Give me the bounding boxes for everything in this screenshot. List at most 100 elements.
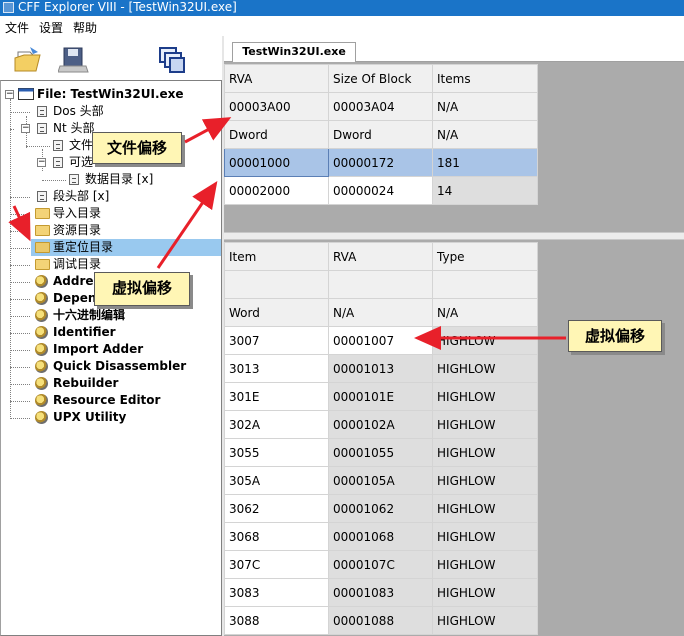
tree-item-import-directory[interactable]: 导入目录 bbox=[1, 205, 221, 222]
cell-item[interactable]: 305A bbox=[224, 466, 329, 495]
table-row[interactable]: 305A 0000105A HIGHLOW bbox=[224, 466, 538, 495]
cell-type[interactable]: HIGHLOW bbox=[432, 382, 538, 411]
cell-rva[interactable]: 00001068 bbox=[328, 522, 433, 551]
collapse-icon[interactable]: − bbox=[37, 158, 46, 167]
table-row[interactable]: 3068 00001068 HIGHLOW bbox=[224, 522, 538, 551]
cell-rva[interactable]: 0000101E bbox=[328, 382, 433, 411]
tree-item-section-headers[interactable]: 段头部 [x] bbox=[1, 188, 221, 205]
table-row[interactable]: 00001000 00000172 181 bbox=[224, 148, 538, 177]
items-type-row: Word N/A N/A bbox=[224, 298, 538, 327]
cell-type[interactable]: HIGHLOW bbox=[432, 410, 538, 439]
tree-item-hex-editor[interactable]: 十六进制编辑 bbox=[1, 307, 221, 324]
tree-item-data-directories[interactable]: 数据目录 [x] bbox=[1, 171, 221, 188]
cell-type[interactable]: HIGHLOW bbox=[432, 354, 538, 383]
cell-rva[interactable]: 00001013 bbox=[328, 354, 433, 383]
cell-items[interactable]: 181 bbox=[432, 148, 538, 177]
annotation-virtual-offset-right: 虚拟偏移 bbox=[568, 320, 662, 352]
cell-size-of-block[interactable]: 00000172 bbox=[328, 148, 433, 177]
cell-item[interactable]: 301E bbox=[224, 382, 329, 411]
tree-item-rebuilder[interactable]: Rebuilder bbox=[1, 375, 221, 392]
cell-rva[interactable]: 00002000 bbox=[224, 176, 329, 205]
table-row[interactable]: 3088 00001088 HIGHLOW bbox=[224, 606, 538, 635]
cell-type[interactable]: HIGHLOW bbox=[432, 606, 538, 635]
cell-item[interactable]: 3013 bbox=[224, 354, 329, 383]
tree-root[interactable]: − File: TestWin32UI.exe bbox=[1, 86, 221, 103]
document-icon bbox=[37, 123, 47, 134]
cell-item[interactable]: 3083 bbox=[224, 578, 329, 607]
menu-help[interactable]: 帮助 bbox=[68, 16, 102, 36]
items-table: Item RVA Type Word N/A N/A 3007 00001007 H… bbox=[224, 242, 538, 635]
cell-type[interactable]: HIGHLOW bbox=[432, 550, 538, 579]
cell-type[interactable]: HIGHLOW bbox=[432, 326, 538, 355]
open-file-icon[interactable] bbox=[12, 44, 44, 76]
type-cell: N/A bbox=[432, 298, 538, 327]
tree-item-label: 文件 bbox=[69, 138, 94, 152]
table-row[interactable]: 3083 00001083 HIGHLOW bbox=[224, 578, 538, 607]
cell-item[interactable]: 3055 bbox=[224, 438, 329, 467]
blocks-offset-row: 00003A00 00003A04 N/A bbox=[224, 92, 538, 121]
cell-size-of-block[interactable]: 00000024 bbox=[328, 176, 433, 205]
tree-item-quick-disassembler[interactable]: Quick Disassembler bbox=[1, 358, 221, 375]
cell-rva[interactable]: 00001007 bbox=[328, 326, 433, 355]
column-header-item[interactable]: Item bbox=[224, 242, 329, 271]
windows-icon[interactable] bbox=[156, 44, 188, 76]
cell-item[interactable]: 307C bbox=[224, 550, 329, 579]
save-disk-icon[interactable] bbox=[58, 44, 90, 76]
cell-rva[interactable]: 0000105A bbox=[328, 466, 433, 495]
cell-rva[interactable]: 00001083 bbox=[328, 578, 433, 607]
horizontal-splitter[interactable] bbox=[224, 232, 684, 240]
tree-item-label: UPX Utility bbox=[53, 410, 127, 424]
table-row[interactable]: 3055 00001055 HIGHLOW bbox=[224, 438, 538, 467]
tree-item-debug-directory[interactable]: 调试目录 bbox=[1, 256, 221, 273]
collapse-icon[interactable]: − bbox=[21, 124, 30, 133]
tree-item-import-adder[interactable]: Import Adder bbox=[1, 341, 221, 358]
cell-type[interactable]: HIGHLOW bbox=[432, 522, 538, 551]
type-cell: Dword bbox=[224, 120, 329, 149]
table-row[interactable]: 3062 00001062 HIGHLOW bbox=[224, 494, 538, 523]
column-header-rva[interactable]: RVA bbox=[224, 64, 329, 93]
tree-item-resource-directory[interactable]: 资源目录 bbox=[1, 222, 221, 239]
table-row[interactable]: 3007 00001007 HIGHLOW bbox=[224, 326, 538, 355]
table-row[interactable]: 00002000 00000024 14 bbox=[224, 176, 538, 205]
column-header-type[interactable]: Type bbox=[432, 242, 538, 271]
cell-rva[interactable]: 00001055 bbox=[328, 438, 433, 467]
collapse-icon[interactable]: − bbox=[5, 90, 14, 99]
menu-file[interactable]: 文件 bbox=[0, 16, 34, 36]
tree-item-identifier[interactable]: Identifier bbox=[1, 324, 221, 341]
tree-root-label: File: TestWin32UI.exe bbox=[37, 87, 184, 101]
cell-item[interactable]: 302A bbox=[224, 410, 329, 439]
table-row[interactable]: 301E 0000101E HIGHLOW bbox=[224, 382, 538, 411]
cell-type[interactable]: HIGHLOW bbox=[432, 466, 538, 495]
tree-item-dos-header[interactable]: Dos 头部 bbox=[1, 103, 221, 120]
items-header-row: Item RVA Type bbox=[224, 242, 538, 271]
tree-item-label: 重定位目录 bbox=[53, 239, 114, 256]
tree-item-upx-utility[interactable]: UPX Utility bbox=[1, 409, 221, 426]
cell-item[interactable]: 3088 bbox=[224, 606, 329, 635]
cell-type[interactable]: HIGHLOW bbox=[432, 438, 538, 467]
tree-item-label: 十六进制编辑 bbox=[53, 308, 126, 322]
column-header-size-of-block[interactable]: Size Of Block bbox=[328, 64, 433, 93]
column-header-items[interactable]: Items bbox=[432, 64, 538, 93]
cell-item[interactable]: 3068 bbox=[224, 522, 329, 551]
tab-testwin32ui[interactable]: TestWin32UI.exe bbox=[232, 42, 356, 63]
cell-type[interactable]: HIGHLOW bbox=[432, 578, 538, 607]
cell-rva[interactable]: 0000102A bbox=[328, 410, 433, 439]
title-bar: CFF Explorer VIII - [TestWin32UI.exe] bbox=[0, 0, 684, 16]
window-file-icon bbox=[18, 88, 34, 100]
table-row[interactable]: 302A 0000102A HIGHLOW bbox=[224, 410, 538, 439]
table-row[interactable]: 307C 0000107C HIGHLOW bbox=[224, 550, 538, 579]
cell-items[interactable]: 14 bbox=[432, 176, 538, 205]
column-header-rva[interactable]: RVA bbox=[328, 242, 433, 271]
cell-item[interactable]: 3062 bbox=[224, 494, 329, 523]
cell-rva[interactable]: 0000107C bbox=[328, 550, 433, 579]
table-row[interactable]: 3013 00001013 HIGHLOW bbox=[224, 354, 538, 383]
cell-rva[interactable]: 00001088 bbox=[328, 606, 433, 635]
cell-item[interactable]: 3007 bbox=[224, 326, 329, 355]
tree-item-resource-editor[interactable]: Resource Editor bbox=[1, 392, 221, 409]
cell-type[interactable]: HIGHLOW bbox=[432, 494, 538, 523]
cell-rva[interactable]: 00001000 bbox=[224, 148, 329, 177]
tree-item-relocation-directory[interactable]: 重定位目录 bbox=[1, 239, 221, 256]
menu-settings[interactable]: 设置 bbox=[34, 16, 68, 36]
tree-item-label: 可选 bbox=[69, 155, 94, 169]
cell-rva[interactable]: 00001062 bbox=[328, 494, 433, 523]
